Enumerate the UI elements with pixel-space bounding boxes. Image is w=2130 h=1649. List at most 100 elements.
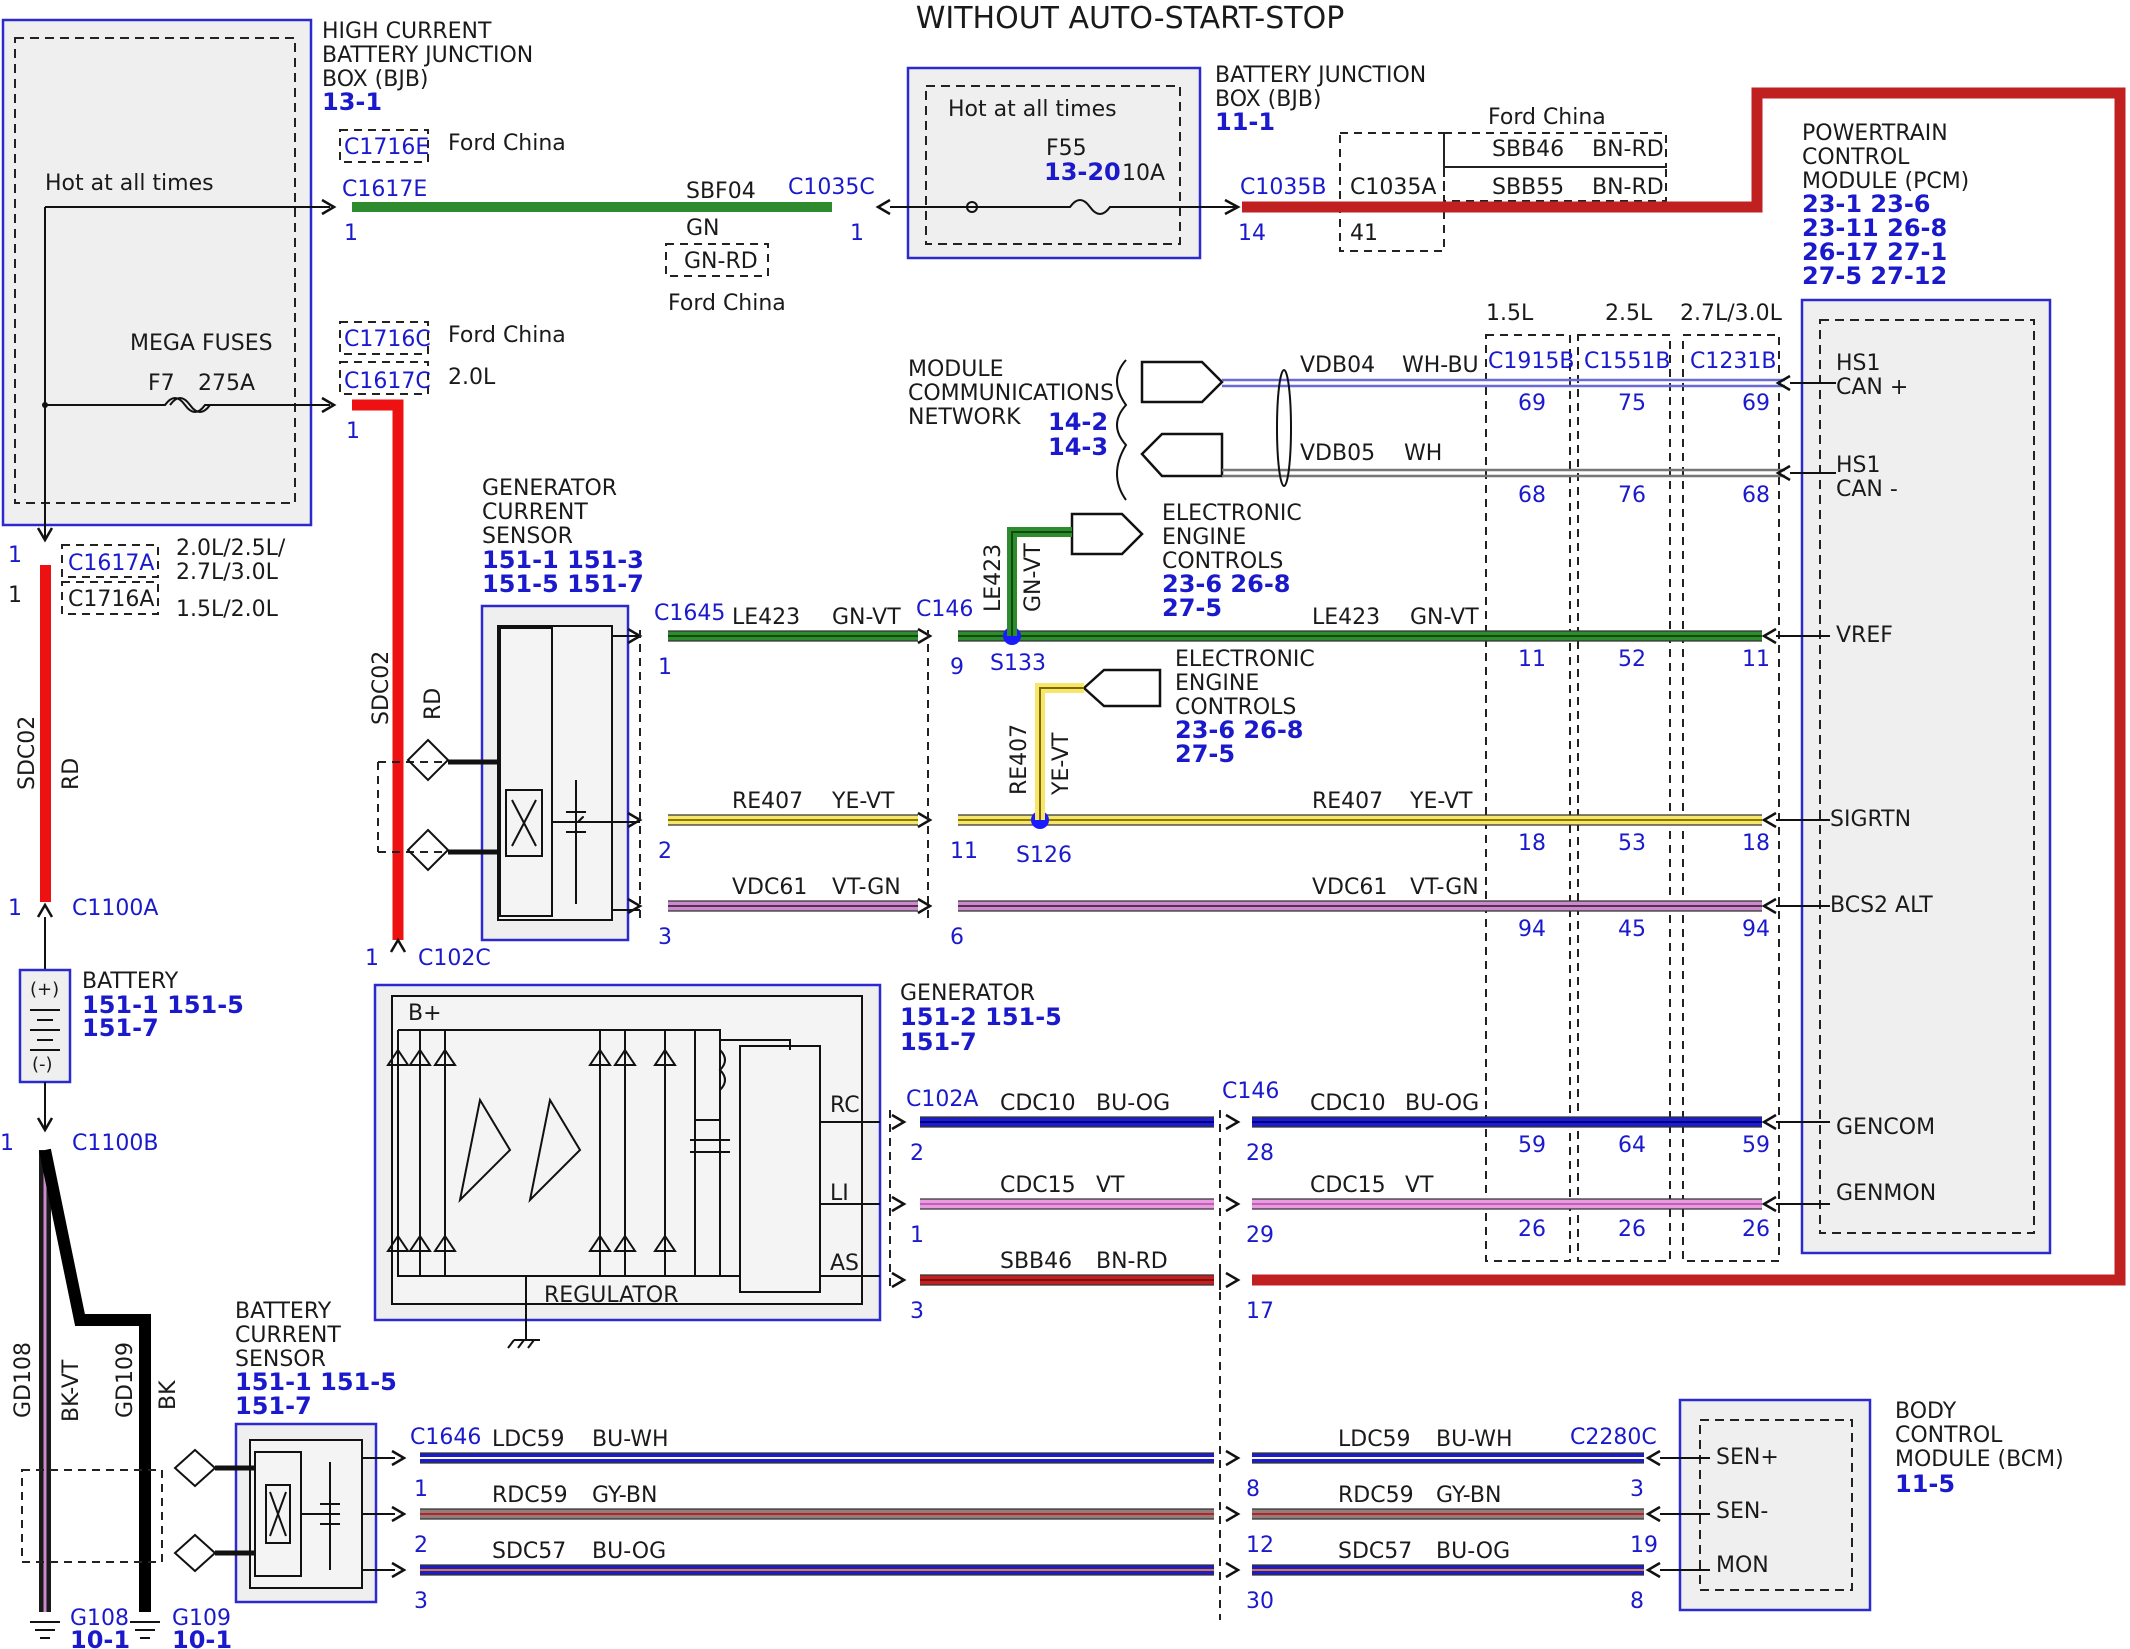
svg-text:Hot at all times: Hot at all times xyxy=(948,97,1117,122)
connector-arrow-icon xyxy=(1225,1449,1241,1467)
wire-color-label: VT xyxy=(1405,1173,1434,1198)
svg-text:SBF04: SBF04 xyxy=(686,179,756,204)
svg-text:151-7: 151-7 xyxy=(900,1028,977,1056)
svg-text:CURRENT: CURRENT xyxy=(482,500,588,525)
pin-number: 59 xyxy=(1518,1133,1546,1158)
pin-number: 9 xyxy=(950,655,964,680)
svg-text:BK: BK xyxy=(156,1380,181,1410)
generator-current-sensor: GENERATOR CURRENT SENSOR 151-1 151-3 151… xyxy=(377,476,644,942)
pin-number: 3 xyxy=(1630,1477,1644,1502)
svg-text:SDC02: SDC02 xyxy=(15,716,40,790)
svg-text:(-): (-) xyxy=(32,1054,53,1075)
pin-number: 30 xyxy=(1246,1589,1274,1614)
wire-label: CDC15 xyxy=(1000,1173,1076,1198)
svg-text:10A: 10A xyxy=(1122,161,1165,186)
svg-text:RC: RC xyxy=(830,1093,860,1118)
pin-number: 26 xyxy=(1742,1217,1770,1242)
connector-arrow-icon xyxy=(891,1195,907,1213)
svg-text:41: 41 xyxy=(1350,221,1378,246)
pin-number: 11 xyxy=(1518,647,1546,672)
wire-sbf04 xyxy=(352,202,832,212)
pin-number: 17 xyxy=(1246,1299,1274,1324)
connector-arrow-icon xyxy=(1761,897,1777,915)
battery: (+) (-) BATTERY 151-1 151-5 151-7 xyxy=(18,968,244,1084)
svg-text:13-1: 13-1 xyxy=(322,88,382,116)
wire-color-label: YE-VT xyxy=(1409,789,1473,814)
svg-text:151-7: 151-7 xyxy=(82,1014,159,1042)
electronic-engine-controls-1: LE423 GN-VT ELECTRONIC ENGINE CONTROLS 2… xyxy=(981,501,1302,636)
pin-number: 8 xyxy=(1630,1589,1644,1614)
wire-color-label: VT-GN xyxy=(1410,875,1479,900)
pin-number: 18 xyxy=(1742,831,1770,856)
wire-color-label: BU-WH xyxy=(592,1427,669,1452)
svg-text:C146: C146 xyxy=(1222,1079,1279,1104)
wire-label: SDC57 xyxy=(1338,1539,1412,1564)
wire-color-label: GY-BN xyxy=(1436,1483,1501,1508)
svg-text:151-2 151-5: 151-2 151-5 xyxy=(900,1003,1062,1031)
svg-text:RD: RD xyxy=(59,758,84,790)
svg-text:27-5 27-12: 27-5 27-12 xyxy=(1802,262,1947,290)
svg-text:(+): (+) xyxy=(30,979,59,1000)
svg-text:C1035B: C1035B xyxy=(1240,175,1326,200)
generator: B+ GENERATOR 151-2 151-5 151-7 REGULATOR… xyxy=(373,981,1062,1349)
pin-number: 94 xyxy=(1742,917,1770,942)
svg-text:151-7: 151-7 xyxy=(235,1392,312,1420)
svg-text:C1231B: C1231B xyxy=(1690,349,1776,374)
high-current-bjb: HIGH CURRENT BATTERY JUNCTION BOX (BJB) … xyxy=(1,18,533,540)
battery-sensor-wires: LDC59 BU-WH LDC59 BU-WH 1 8 3 RDC59 GY-BN RDC59 GY… xyxy=(391,1427,1710,1614)
svg-text:REGULATOR: REGULATOR xyxy=(544,1283,678,1308)
connector-arrow-icon xyxy=(891,1113,907,1131)
pin-number: 8 xyxy=(1246,1477,1260,1502)
pin-number: 68 xyxy=(1518,483,1546,508)
svg-text:RD: RD xyxy=(421,688,446,720)
svg-text:Ford China: Ford China xyxy=(448,323,566,348)
svg-text:S126: S126 xyxy=(1016,843,1072,868)
svg-text:C102C: C102C xyxy=(418,946,491,971)
pin-number: 26 xyxy=(1518,1217,1546,1242)
wire-color-label: GN-VT xyxy=(832,605,901,630)
svg-text:GN: GN xyxy=(686,216,720,241)
svg-text:GD109: GD109 xyxy=(113,1342,138,1418)
svg-text:C1716A: C1716A xyxy=(68,587,154,612)
svg-text:C1617A: C1617A xyxy=(68,551,154,576)
connector-arrow-icon xyxy=(1645,1505,1661,1523)
svg-text:275A: 275A xyxy=(198,371,255,396)
wire-color-label: YE-VT xyxy=(831,789,895,814)
svg-text:CONTROL: CONTROL xyxy=(1895,1423,2003,1448)
pin-number: 64 xyxy=(1618,1133,1646,1158)
pin-number: 3 xyxy=(414,1589,428,1614)
wire-label: CDC15 xyxy=(1310,1173,1386,1198)
wire-label: LDC59 xyxy=(492,1427,565,1452)
wire-label: VDC61 xyxy=(732,875,807,900)
wire-color-label: BU-WH xyxy=(1436,1427,1513,1452)
pin-number: 75 xyxy=(1618,391,1646,416)
wire-label: LDC59 xyxy=(1338,1427,1411,1452)
svg-text:11-5: 11-5 xyxy=(1895,1470,1955,1498)
svg-text:COMMUNICATIONS: COMMUNICATIONS xyxy=(908,381,1114,406)
svg-text:YE-VT: YE-VT xyxy=(1049,732,1074,796)
svg-text:BATTERY: BATTERY xyxy=(235,1299,332,1324)
svg-text:GENCOM: GENCOM xyxy=(1836,1115,1935,1140)
pin-number: 2 xyxy=(414,1533,428,1558)
connector-arrow-icon xyxy=(1225,1195,1241,1213)
pin-number: 2 xyxy=(910,1141,924,1166)
svg-text:14-3: 14-3 xyxy=(1048,433,1108,461)
svg-text:GD108: GD108 xyxy=(11,1342,36,1418)
pin-number: 2 xyxy=(658,839,672,864)
wire-color-label: VT-GN xyxy=(832,875,901,900)
wire-label: RE407 xyxy=(1312,789,1383,814)
svg-text:WH-BU: WH-BU xyxy=(1402,353,1479,378)
pin-number: 53 xyxy=(1618,831,1646,856)
pin-number: 19 xyxy=(1630,1533,1658,1558)
svg-text:VDB04: VDB04 xyxy=(1300,353,1375,378)
pin-number: 3 xyxy=(658,925,672,950)
svg-text:1: 1 xyxy=(8,543,22,568)
wire-color-label: VT xyxy=(1096,1173,1125,1198)
svg-text:MEGA FUSES: MEGA FUSES xyxy=(130,331,273,356)
pin-number: 18 xyxy=(1518,831,1546,856)
svg-text:C1035A: C1035A xyxy=(1350,175,1436,200)
svg-text:LE423: LE423 xyxy=(981,544,1006,612)
connector-arrow-icon xyxy=(1761,1113,1777,1131)
connector-arrow-icon xyxy=(1761,627,1777,645)
wire-sdc02-left xyxy=(40,565,51,902)
